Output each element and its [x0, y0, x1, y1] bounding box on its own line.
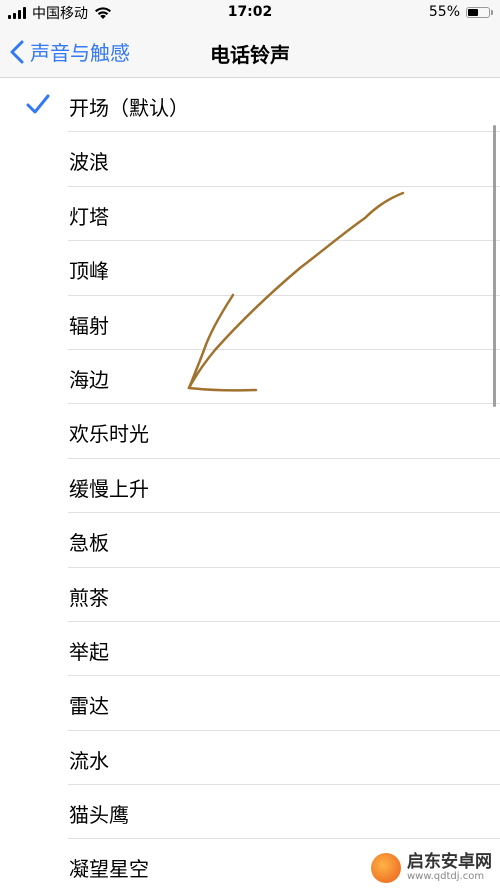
watermark-url: www.qdtdj.com — [407, 870, 485, 882]
battery-level-fill — [468, 8, 479, 16]
ringtone-item[interactable]: 辐射 — [0, 296, 500, 351]
navigation-bar: 声音与触感 电话铃声 — [0, 28, 500, 78]
ringtone-item[interactable]: 缓慢上升 — [0, 459, 500, 514]
ringtone-item[interactable]: 海边 — [0, 350, 500, 405]
ringtone-item[interactable]: 顶峰 — [0, 241, 500, 296]
ringtone-label: 煎茶 — [69, 585, 109, 610]
ringtone-label: 流水 — [69, 748, 109, 773]
ringtone-item[interactable]: 开场（默认） — [0, 78, 500, 133]
scroll-indicator[interactable] — [493, 125, 496, 407]
ringtone-item[interactable]: 举起 — [0, 622, 500, 677]
ringtone-label: 顶峰 — [69, 259, 109, 284]
ringtone-item[interactable]: 波浪 — [0, 132, 500, 188]
watermark: 启东安卓网 www.qdtdj.com — [371, 853, 492, 883]
checkmark-icon — [26, 94, 50, 114]
ringtone-item[interactable]: 灯塔 — [0, 187, 500, 242]
status-bar: 中国移动 17:02 55% — [0, 0, 500, 28]
ringtone-item[interactable]: 猫头鹰 — [0, 785, 500, 840]
ringtone-item[interactable]: 煎茶 — [0, 568, 500, 623]
watermark-logo-icon — [371, 853, 401, 883]
ringtone-label: 凝望星空 — [69, 857, 149, 882]
ringtone-label: 举起 — [69, 639, 109, 664]
ringtone-label: 缓慢上升 — [69, 476, 149, 501]
ringtone-item[interactable]: 欢乐时光 — [0, 404, 500, 460]
ringtone-label: 开场（默认） — [69, 96, 189, 120]
ringtone-label: 欢乐时光 — [69, 422, 149, 447]
ringtone-label: 辐射 — [69, 313, 109, 338]
ringtone-label: 猫头鹰 — [69, 803, 129, 828]
ringtone-item[interactable]: 雷达 — [0, 676, 500, 732]
ringtone-list: 开场（默认） 波浪 灯塔 顶峰 辐射 海边 欢乐时光 缓慢上升 急板 煎茶 举起… — [0, 78, 500, 889]
watermark-name: 启东安卓网 — [407, 851, 492, 872]
ringtone-label: 波浪 — [69, 150, 109, 175]
status-time: 17:02 — [227, 4, 273, 20]
ringtone-label: 灯塔 — [69, 204, 109, 229]
ringtone-item[interactable]: 流水 — [0, 731, 500, 786]
battery-percent: 55% — [428, 4, 460, 20]
ringtone-label: 雷达 — [69, 694, 109, 719]
battery-icon — [466, 6, 493, 18]
ringtone-label: 急板 — [69, 531, 109, 556]
status-right: 55% — [428, 4, 493, 20]
ringtone-label: 海边 — [69, 367, 109, 392]
page-title: 电话铃声 — [210, 43, 290, 67]
watermark-text: 启东安卓网 www.qdtdj.com — [407, 851, 492, 882]
ringtone-item[interactable]: 急板 — [0, 513, 500, 568]
